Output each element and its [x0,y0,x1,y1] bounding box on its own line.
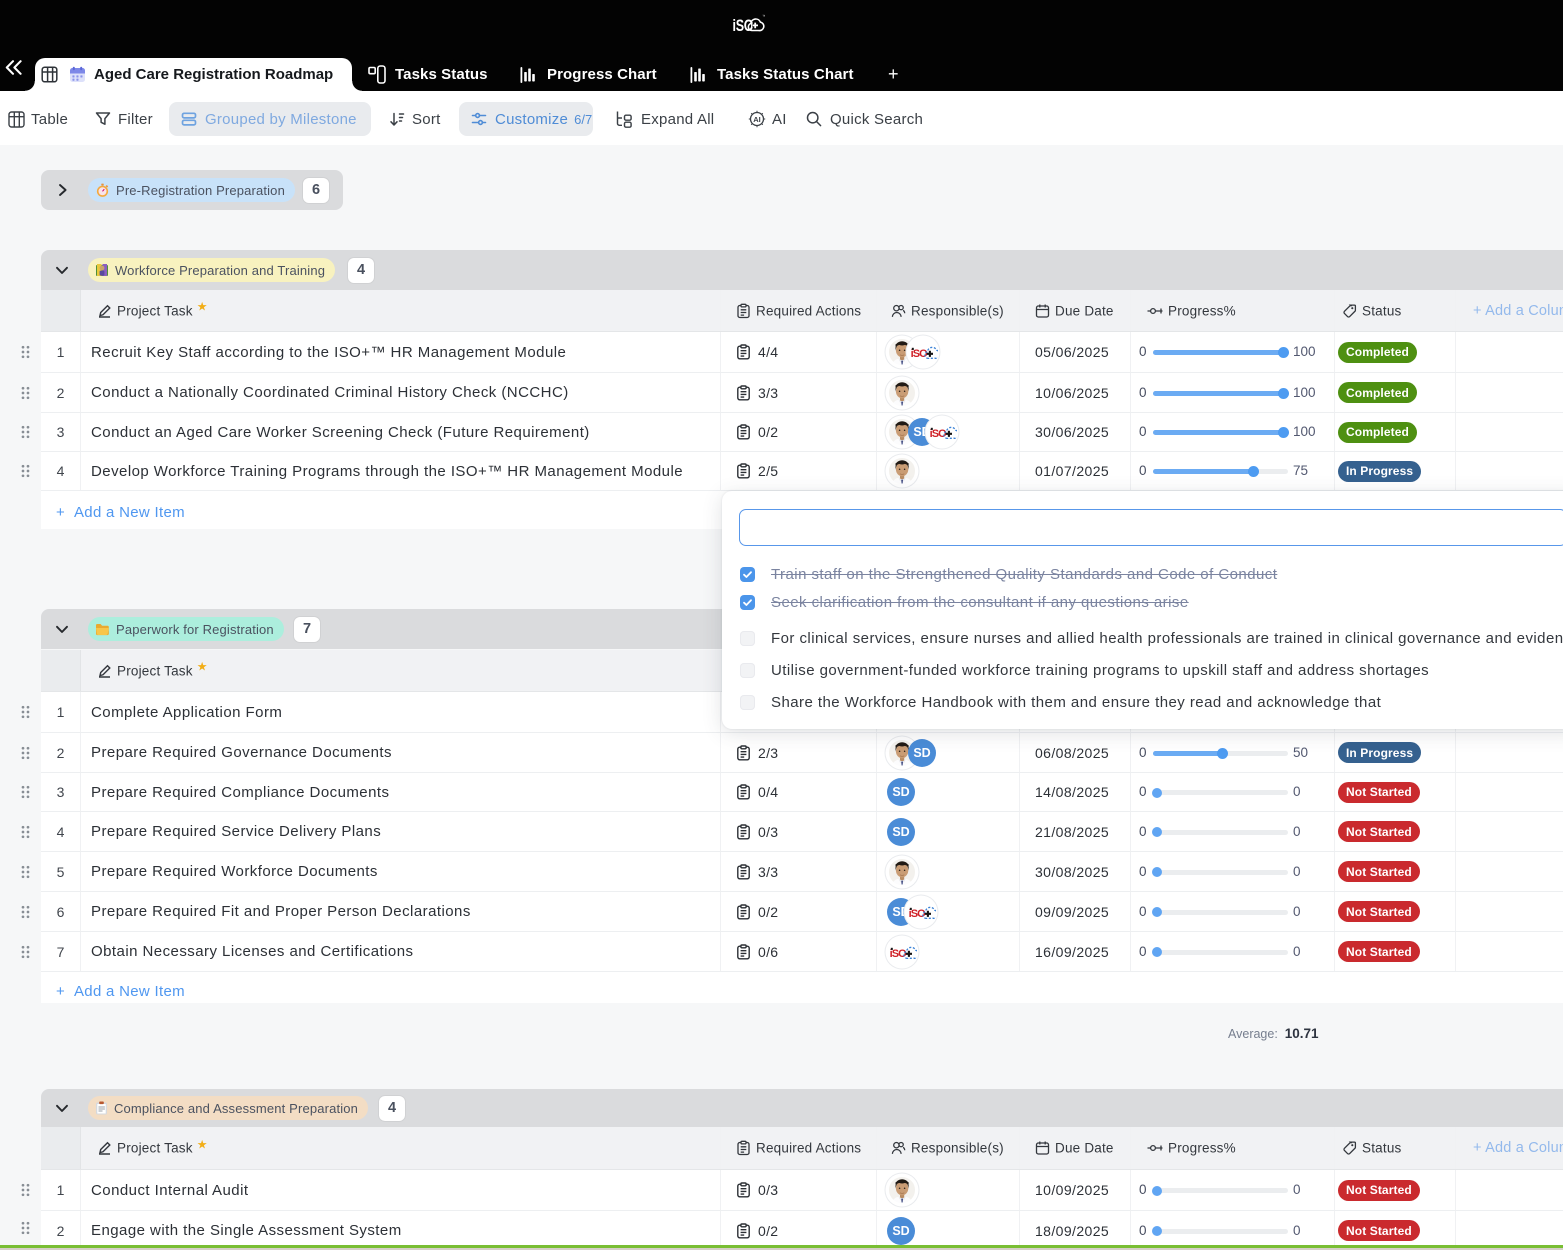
svg-text:AI: AI [753,115,761,124]
svg-text:™: ™ [762,14,765,19]
svg-text:iSO: iSO [733,17,753,34]
